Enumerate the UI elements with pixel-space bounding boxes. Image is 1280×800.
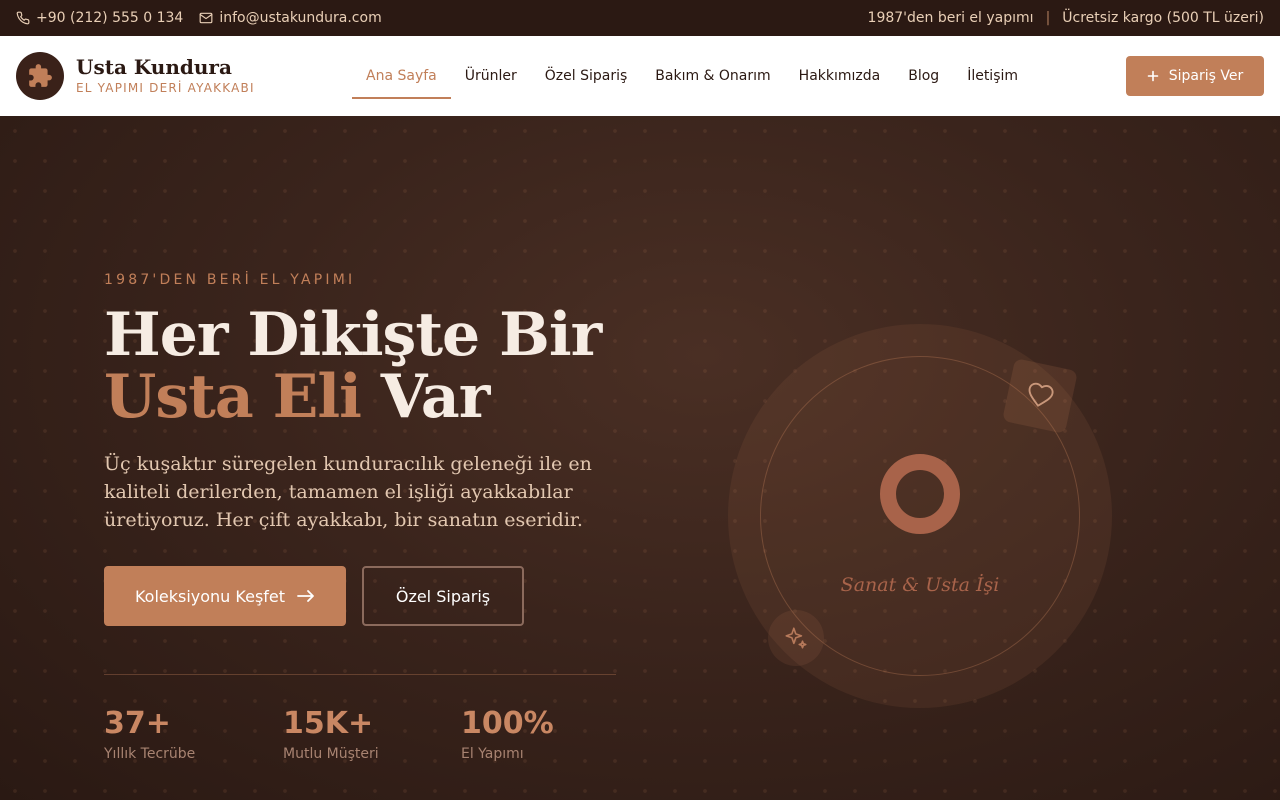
- arrow-right-icon: [297, 590, 314, 602]
- topbar-contact: +90 (212) 555 0 134 info@ustakundura.com: [16, 10, 382, 26]
- hero-visual-caption: Sanat & Usta İşi: [840, 574, 1000, 596]
- hero-headline: Her Dikişte Bir Usta Eli Var: [104, 304, 602, 428]
- main-nav: Ana Sayfa Ürünler Özel Sipariş Bakım & O…: [352, 36, 1032, 116]
- explore-collection-label: Koleksiyonu Keşfet: [134, 586, 286, 606]
- stat-label: Yıllık Tecrübe: [104, 746, 196, 762]
- top-bar: +90 (212) 555 0 134 info@ustakundura.com…: [0, 0, 1280, 36]
- nav-item-hakkimizda[interactable]: Hakkımızda: [785, 56, 895, 96]
- nav-item-iletisim[interactable]: İletişim: [953, 56, 1032, 96]
- nav-item-blog[interactable]: Blog: [894, 56, 953, 96]
- topbar-shipping-text: Ücretsiz kargo (500 TL üzeri): [1062, 10, 1264, 26]
- nav-item-ana-sayfa[interactable]: Ana Sayfa: [352, 56, 451, 99]
- hero-eyebrow: 1987'DEN BERİ EL YAPIMI: [104, 272, 356, 288]
- sparkle-badge: [768, 610, 824, 666]
- custom-order-label: Özel Sipariş: [395, 586, 491, 606]
- stat-value: 37+: [104, 706, 171, 741]
- stat-label: Mutlu Müşteri: [283, 746, 379, 762]
- stat-label: El Yapımı: [461, 746, 524, 762]
- stat-value: 100%: [461, 706, 554, 741]
- hero-headline-accent: Usta Eli: [104, 362, 362, 432]
- hero-description: Üç kuşaktır süregelen kunduracılık gelen…: [104, 453, 592, 531]
- phone-icon: [16, 11, 30, 25]
- logo-badge: [16, 52, 64, 100]
- heart-icon: [1028, 382, 1054, 407]
- nav-item-bakim-onarim[interactable]: Bakım & Onarım: [641, 56, 784, 96]
- brand-text: Usta Kundura EL YAPIMI DERİ AYAKKABI: [76, 55, 255, 97]
- stat-value: 15K+: [283, 706, 374, 741]
- stat-experience: 37+ Yıllık Tecrübe: [104, 706, 195, 764]
- custom-order-button[interactable]: Özel Sipariş: [362, 566, 524, 626]
- stat-customers: 15K+ Mutlu Müşteri: [283, 706, 379, 764]
- heart-card: [1002, 358, 1078, 434]
- topbar-separator: |: [1045, 10, 1051, 26]
- topbar-info: 1987'den beri el yapımı | Ücretsiz kargo…: [868, 10, 1264, 26]
- site-header: Usta Kundura EL YAPIMI DERİ AYAKKABI Ana…: [0, 36, 1280, 116]
- sparkle-icon: [785, 627, 807, 649]
- hero-section: 1987'DEN BERİ EL YAPIMI Her Dikişte Bir …: [0, 116, 1280, 800]
- topbar-since-text: 1987'den beri el yapımı: [867, 10, 1034, 26]
- hero-headline-rest: Var: [360, 362, 491, 432]
- order-button[interactable]: Sipariş Ver: [1126, 56, 1264, 96]
- topbar-phone-text: +90 (212) 555 0 134: [36, 10, 184, 26]
- brand-tagline: EL YAPIMI DERİ AYAKKABI: [76, 81, 255, 95]
- explore-collection-button[interactable]: Koleksiyonu Keşfet: [104, 566, 346, 626]
- hero-headline-line1: Her Dikişte Bir: [104, 300, 602, 370]
- topbar-email-link[interactable]: info@ustakundura.com: [199, 10, 382, 26]
- stat-handmade: 100% El Yapımı: [461, 706, 554, 764]
- brand-name: Usta Kundura: [76, 55, 232, 79]
- order-button-label: Sipariş Ver: [1168, 68, 1244, 84]
- nav-item-urunler[interactable]: Ürünler: [451, 56, 531, 96]
- ring-icon: [880, 454, 960, 534]
- nav-item-ozel-siparis[interactable]: Özel Sipariş: [531, 56, 642, 96]
- plus-icon: [1147, 70, 1159, 82]
- topbar-phone-link[interactable]: +90 (212) 555 0 134: [16, 10, 183, 26]
- stats-divider: [104, 674, 616, 675]
- brand-logo[interactable]: Usta Kundura EL YAPIMI DERİ AYAKKABI: [16, 52, 352, 100]
- topbar-email-text: info@ustakundura.com: [219, 10, 382, 26]
- puzzle-icon: [29, 64, 52, 87]
- mail-icon: [199, 12, 213, 24]
